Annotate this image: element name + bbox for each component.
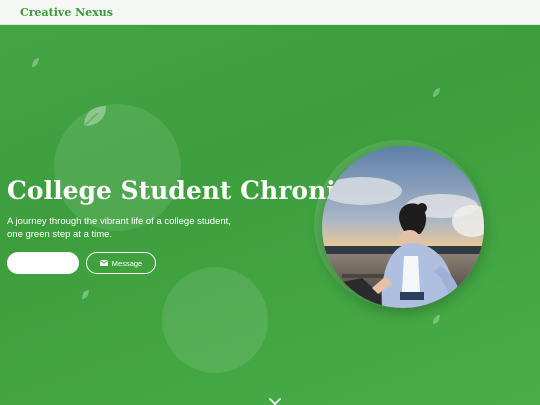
decorative-circle xyxy=(162,267,268,373)
leaf-icon xyxy=(80,104,108,137)
leaf-icon xyxy=(80,288,90,304)
leaf-icon xyxy=(431,86,441,102)
message-button-label: Message xyxy=(111,258,143,268)
message-button[interactable]: Message xyxy=(86,252,156,274)
leaf-icon xyxy=(431,313,441,329)
hero-subtitle: A journey through the vibrant life of a … xyxy=(7,216,231,240)
leaf-icon xyxy=(30,56,40,72)
decorative-circle xyxy=(54,104,181,231)
primary-cta-button[interactable] xyxy=(7,252,79,274)
hero-section: College Student Chronicle A journey thro… xyxy=(0,26,540,405)
top-navbar: Creative Nexus xyxy=(0,0,540,25)
envelope-icon xyxy=(99,260,108,266)
brand-logo-link[interactable]: Creative Nexus xyxy=(20,6,113,19)
profile-photo xyxy=(322,146,484,308)
scroll-down-chevron-icon[interactable] xyxy=(268,393,282,405)
profile-photo-container xyxy=(314,140,484,308)
